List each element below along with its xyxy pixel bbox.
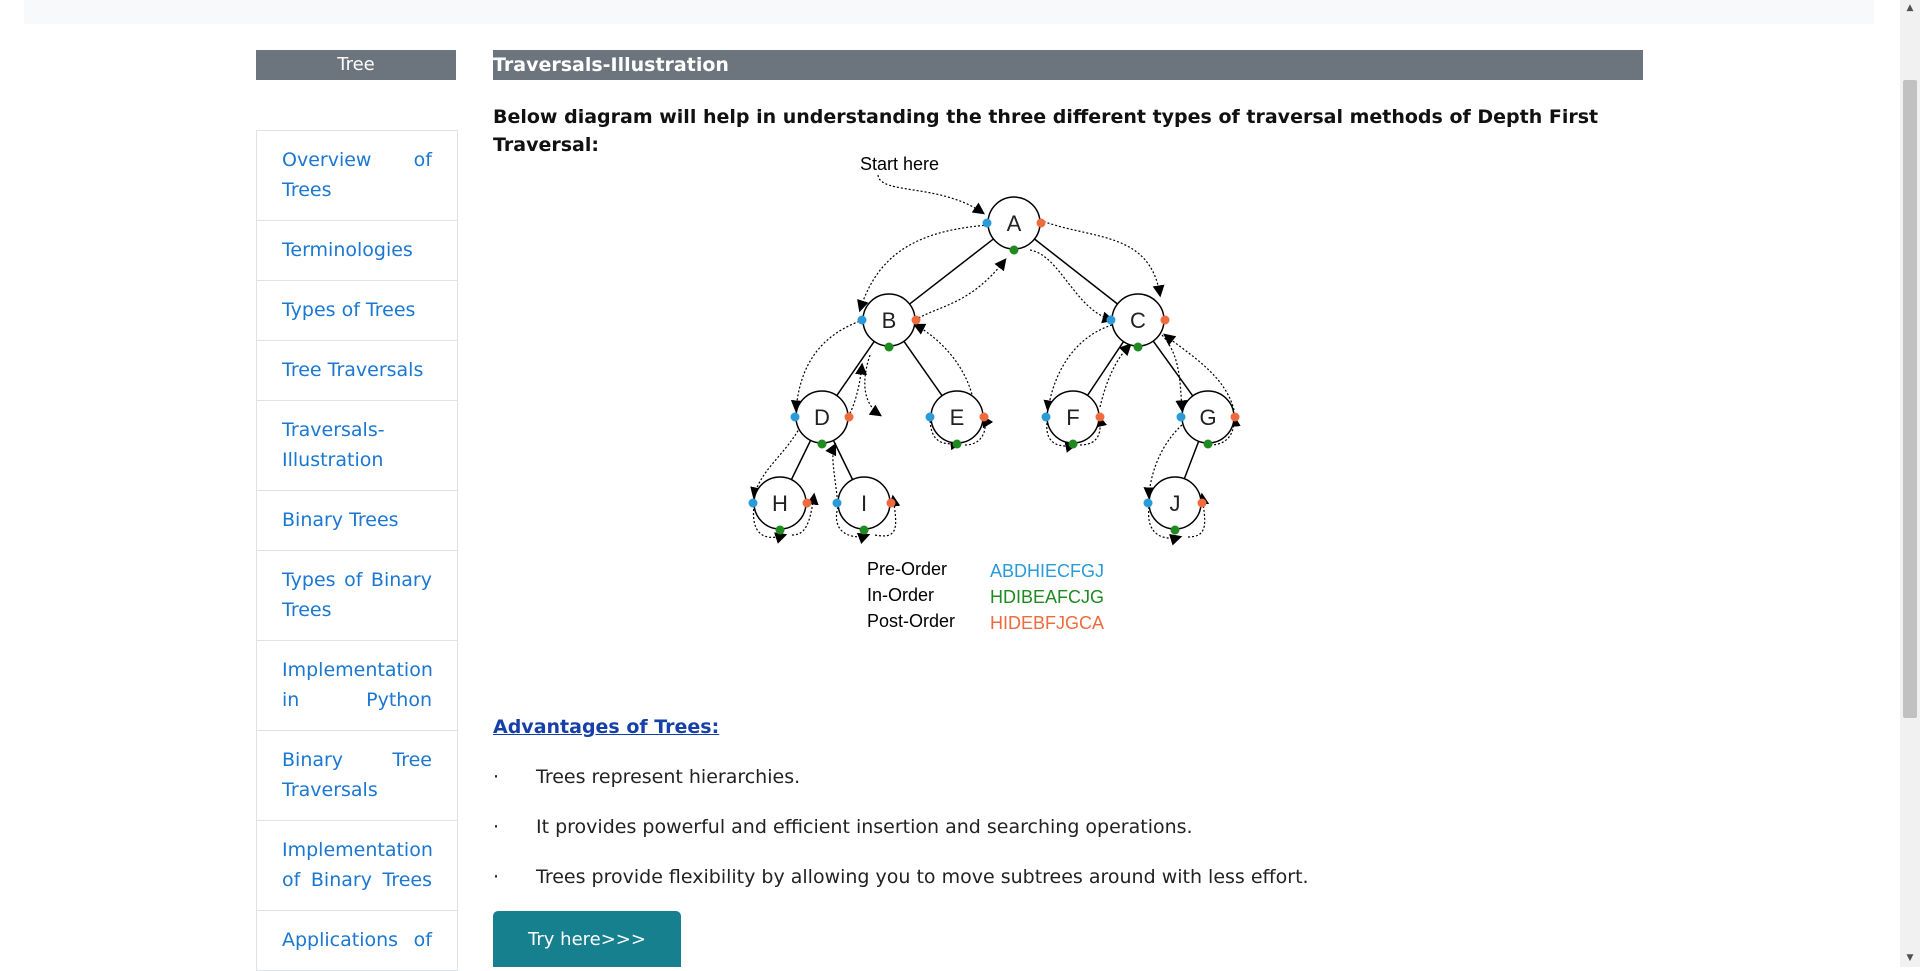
tree-edge (832, 440, 854, 480)
legend-sequence: ABDHIECFGJ (990, 561, 1104, 581)
arrow-down-icon[interactable]: ▼ (1900, 950, 1920, 967)
traversal-diagram: A B C D E F G H I J Start here Pre-Order ABDHIECFG… (748, 154, 1241, 633)
tree-node-label: G (1199, 405, 1216, 430)
traversal-marker-dot (884, 342, 894, 352)
traversal-marker-dot (1176, 412, 1186, 422)
traversal-path (877, 174, 985, 215)
traversal-marker-dot (1036, 218, 1046, 228)
traversal-path (1029, 249, 1115, 324)
sidebar-item-implementation-of-binary-trees[interactable]: Implementation of Binary Trees (257, 821, 457, 911)
bullet-dot: · (493, 816, 500, 838)
traversal-marker-dot (911, 315, 921, 325)
tree-node-label: H (772, 491, 788, 516)
tree-edge (909, 238, 994, 305)
traversal-marker-dot (748, 498, 758, 508)
page-title: Traversals-Illustration (493, 50, 1643, 80)
tree-node-label: F (1066, 405, 1079, 430)
traversal-path (847, 362, 868, 418)
sidebar-item-types-of-binary-trees[interactable]: Types of Binary Trees (257, 551, 457, 641)
traversal-marker-dot (859, 525, 869, 535)
sidebar-item-applications-of[interactable]: Applications of (257, 911, 457, 971)
bullet-dot: · (493, 766, 500, 788)
bullet-dot: · (493, 866, 500, 888)
tree-edge (836, 340, 875, 397)
legend-sequence: HIDEBFJGCA (990, 613, 1104, 633)
traversal-marker-dot (1197, 498, 1207, 508)
traversal-marker-dot (925, 412, 935, 422)
sidebar-item-implementation-in-python[interactable]: Implementation in Python (257, 641, 457, 731)
bullet-text: It provides powerful and efficient inser… (536, 816, 1193, 838)
traversal-marker-dot (982, 218, 992, 228)
sidebar-nav: Overview of Trees Terminologies Types of T… (256, 130, 458, 971)
tree-node-label: E (950, 405, 965, 430)
legend-sequence: HDIBEAFCJG (990, 587, 1104, 607)
traversal-marker-dot (1133, 342, 1143, 352)
traversal-marker-dot (1095, 412, 1105, 422)
sidebar-title: Tree (256, 50, 456, 80)
traversal-marker-dot (790, 412, 800, 422)
traversal-marker-dot (1203, 439, 1213, 449)
traversal-path (864, 354, 882, 417)
traversal-marker-dot (1106, 315, 1116, 325)
tree-node-label: A (1007, 211, 1022, 236)
traversal-marker-dot (952, 439, 962, 449)
traversal-marker-dot (1009, 245, 1019, 255)
traversal-marker-dot (832, 498, 842, 508)
traversal-path (825, 442, 839, 506)
sidebar-item-binary-trees[interactable]: Binary Trees (257, 491, 457, 551)
traversal-marker-dot (1230, 412, 1240, 422)
top-bar (24, 0, 1874, 24)
sidebar-item-traversals-illustration[interactable]: Traversals-Illustration (257, 401, 457, 491)
advantages-link[interactable]: Advantages of Trees: (493, 713, 719, 741)
traversal-marker-dot (817, 439, 827, 449)
arrow-up-icon[interactable]: ▲ (1900, 0, 1920, 17)
traversal-marker-dot (775, 525, 785, 535)
tree-node-label: J (1170, 491, 1181, 516)
traversal-marker-dot (1170, 525, 1180, 535)
tree-edge (1152, 340, 1194, 397)
tree-node-label: D (814, 405, 830, 430)
sidebar-item-binary-tree-traversals[interactable]: Binary Tree Traversals (257, 731, 457, 821)
traversal-marker-dot (1068, 439, 1078, 449)
sidebar-item-terminologies[interactable]: Terminologies (257, 221, 457, 281)
traversal-marker-dot (886, 498, 896, 508)
traversal-marker-dot (802, 498, 812, 508)
sidebar-item-overview-of-trees[interactable]: Overview of Trees (257, 131, 457, 221)
traversal-marker-dot (979, 412, 989, 422)
tree-node-label: C (1130, 308, 1146, 333)
try-here-button[interactable]: Try here>>> (493, 911, 681, 967)
tree-edge (1034, 238, 1118, 305)
sidebar-item-tree-traversals[interactable]: Tree Traversals (257, 341, 457, 401)
tree-edge (790, 440, 812, 480)
scrollbar-thumb[interactable] (1903, 80, 1917, 718)
tree-edge (903, 340, 943, 397)
tree-edge (1183, 441, 1200, 479)
tree-node-label: I (861, 491, 867, 516)
bullet-text: Trees represent hierarchies. (536, 766, 801, 788)
traversal-marker-dot (1143, 498, 1153, 508)
legend-name: Pre-Order (867, 559, 947, 579)
legend-name: Post-Order (867, 611, 955, 631)
bullet-text: Trees provide flexibility by allowing yo… (536, 866, 1309, 888)
traversal-marker-dot (857, 315, 867, 325)
traversal-marker-dot (1041, 412, 1051, 422)
sidebar-item-types-of-trees[interactable]: Types of Trees (257, 281, 457, 341)
legend-name: In-Order (867, 585, 934, 605)
start-label: Start here (860, 154, 939, 174)
traversal-marker-dot (844, 412, 854, 422)
traversal-marker-dot (1160, 315, 1170, 325)
tree-node-label: B (882, 308, 897, 333)
